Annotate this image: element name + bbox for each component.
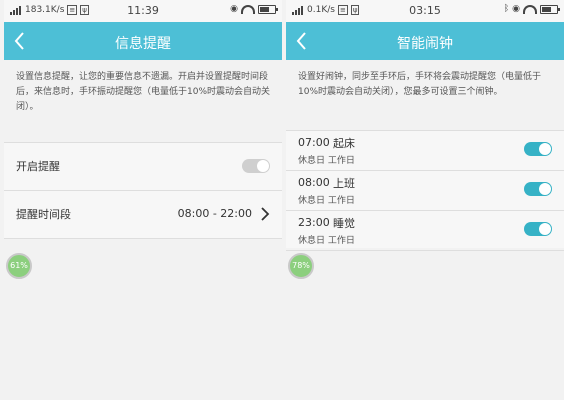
alarm-row[interactable]: 07:00 起床 休息日 工作日 xyxy=(286,130,564,170)
alarm-toggle[interactable] xyxy=(524,142,552,156)
status-bar: 0.1K/s ≡ ψ 03:15 ᛒ ◉ xyxy=(286,0,564,22)
battery-icon xyxy=(540,4,560,14)
alarm-list: 07:00 起床 休息日 工作日 08:00 上班 休息日 工作日 23:00 … xyxy=(286,130,564,251)
alarm-row[interactable]: 23:00 睡觉 休息日 工作日 xyxy=(286,210,564,251)
alarm-toggle[interactable] xyxy=(524,182,552,196)
wifi-icon xyxy=(241,4,255,14)
description-text: 设置信息提醒，让您的重要信息不遗漏。开启并设置提醒时间段后，来信息时，手环振动提… xyxy=(16,72,271,112)
alarm-name: 睡觉 xyxy=(333,217,355,230)
app-bar: 智能闹钟 xyxy=(286,22,564,60)
alarm-time: 08:00 xyxy=(298,176,330,189)
eye-icon: ◉ xyxy=(230,4,238,14)
alarm-days: 休息日 工作日 xyxy=(298,196,355,206)
page-title: 信息提醒 xyxy=(115,36,171,52)
eye-icon: ◉ xyxy=(512,4,520,14)
wifi-icon xyxy=(523,4,537,14)
battery-percent-badge: 61% xyxy=(6,253,32,279)
enable-reminder-toggle[interactable] xyxy=(242,159,270,173)
alarm-name: 上班 xyxy=(333,177,355,190)
smart-alarm-screen: 0.1K/s ≡ ψ 03:15 ᛒ ◉ 智能闹钟 设置好闹钟，同步至手环后，手… xyxy=(286,0,564,398)
chevron-right-icon xyxy=(261,207,270,221)
alarm-days: 休息日 工作日 xyxy=(298,156,355,166)
battery-percent-badge: 78% xyxy=(288,253,314,279)
alarm-time: 23:00 xyxy=(298,216,330,229)
reminder-period-value: 08:00 - 22:00 xyxy=(177,207,252,220)
battery-icon xyxy=(258,4,278,14)
alarm-days: 休息日 工作日 xyxy=(298,236,355,246)
app-bar: 信息提醒 xyxy=(4,22,282,60)
status-bar: 183.1K/s ≡ ψ 11:39 ◉ xyxy=(4,0,282,22)
alarm-time: 07:00 xyxy=(298,136,330,149)
description-text: 设置好闹钟，同步至手环后，手环将会震动提醒您（电量低于10%时震动会自动关闭），… xyxy=(298,72,542,97)
reminder-period-row[interactable]: 提醒时间段 08:00 - 22:00 xyxy=(4,190,282,239)
enable-reminder-label: 开启提醒 xyxy=(16,160,60,173)
info-reminder-screen: 183.1K/s ≡ ψ 11:39 ◉ 信息提醒 设置信息提醒，让您的重要信息… xyxy=(4,0,282,398)
bluetooth-icon: ᛒ xyxy=(503,4,510,14)
alarm-name: 起床 xyxy=(333,137,355,150)
settings-card: 开启提醒 提醒时间段 08:00 - 22:00 xyxy=(4,142,282,239)
page-title: 智能闹钟 xyxy=(397,36,453,52)
reminder-period-label: 提醒时间段 xyxy=(16,208,71,221)
enable-reminder-row[interactable]: 开启提醒 xyxy=(4,142,282,190)
alarm-toggle[interactable] xyxy=(524,222,552,236)
alarm-row[interactable]: 08:00 上班 休息日 工作日 xyxy=(286,170,564,210)
